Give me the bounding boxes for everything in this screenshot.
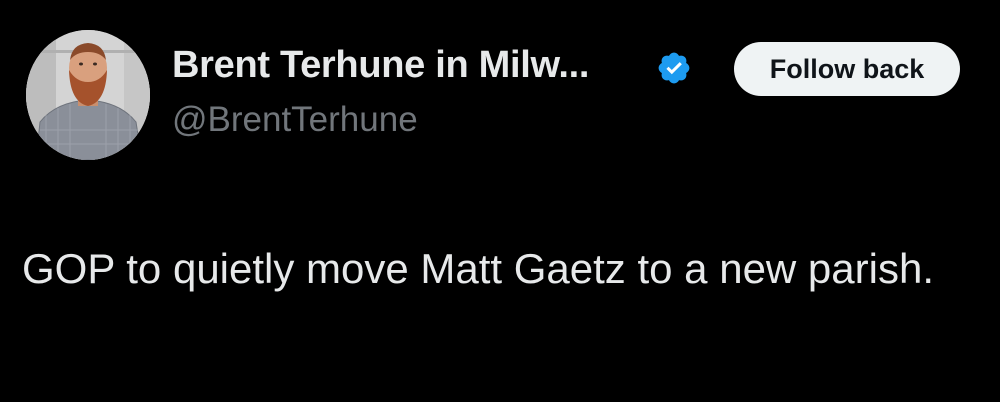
tweet-card: Brent Terhune in Milw... @BrentTerhune F… <box>0 0 1000 402</box>
author-avatar[interactable] <box>26 30 150 160</box>
author-display-name[interactable]: Brent Terhune in Milw... <box>172 44 589 87</box>
author-handle[interactable]: @BrentTerhune <box>172 100 418 140</box>
verified-badge-icon <box>658 52 690 84</box>
tweet-text: GOP to quietly move Matt Gaetz to a new … <box>22 245 934 292</box>
follow-back-button[interactable]: Follow back <box>734 42 960 96</box>
avatar-photo <box>26 30 150 160</box>
